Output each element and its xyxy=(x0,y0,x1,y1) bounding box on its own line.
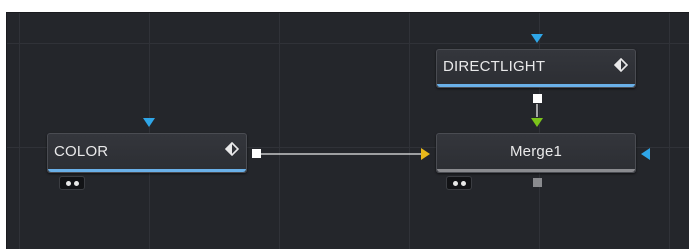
merge-mask-input-triangle[interactable] xyxy=(641,148,650,160)
view-toggle-diamond-icon[interactable] xyxy=(225,142,239,156)
node-editor-canvas[interactable] xyxy=(6,12,689,249)
directlight-input-triangle[interactable] xyxy=(531,34,543,43)
color-node[interactable]: COLOR xyxy=(47,133,247,173)
directlight-node-label: DIRECTLIGHT xyxy=(443,58,546,75)
merge-background-input-triangle[interactable] xyxy=(421,148,430,160)
view-toggle-diamond-icon[interactable] xyxy=(614,58,628,72)
color-node-accent xyxy=(48,169,246,172)
color-node-label: COLOR xyxy=(54,142,109,160)
dots-toggle-icon[interactable] xyxy=(59,176,85,190)
directlight-node-accent xyxy=(437,84,635,87)
merge-node-accent xyxy=(437,169,635,172)
directlight-output-square[interactable] xyxy=(533,94,542,103)
dots-toggle-icon[interactable] xyxy=(446,176,472,190)
merge-effect-input-triangle[interactable] xyxy=(531,118,543,127)
merge-node[interactable]: Merge1 xyxy=(436,133,636,173)
merge-output-square[interactable] xyxy=(533,178,542,187)
color-input-triangle[interactable] xyxy=(143,118,155,127)
merge-node-label: Merge1 xyxy=(509,142,563,160)
directlight-node[interactable]: DIRECTLIGHT xyxy=(436,49,636,88)
color-output-square[interactable] xyxy=(252,149,261,158)
